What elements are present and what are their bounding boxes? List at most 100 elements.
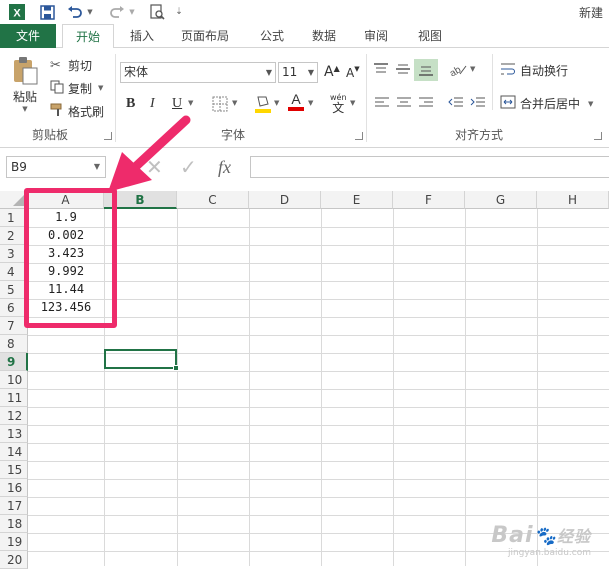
orientation-icon[interactable]: ab <box>448 62 468 76</box>
underline-button[interactable]: U <box>172 96 182 112</box>
align-center-icon[interactable] <box>396 96 412 110</box>
tab-page-layout[interactable]: 页面布局 <box>172 24 238 48</box>
wrap-text-button[interactable]: 自动换行 <box>500 62 568 79</box>
chevron-down-icon: ▼ <box>307 68 314 77</box>
italic-button[interactable]: I <box>150 96 155 112</box>
column-header-h[interactable]: H <box>537 191 609 209</box>
copy-button[interactable]: 复制 ▼ <box>50 79 103 97</box>
orientation-dropdown-icon[interactable]: ▼ <box>470 65 475 73</box>
merge-dropdown-icon: ▼ <box>588 99 594 108</box>
formula-bar-grip[interactable] <box>120 158 124 176</box>
divider <box>366 54 367 142</box>
row-header[interactable]: 14 <box>0 443 28 461</box>
undo-dropdown-icon[interactable]: ▼ <box>86 3 94 21</box>
fill-color-icon[interactable] <box>254 94 272 114</box>
name-box[interactable]: B9 ▼ <box>6 156 106 178</box>
gridline <box>28 425 609 426</box>
merge-center-button[interactable]: 合并后居中 ▼ <box>500 95 593 112</box>
save-icon[interactable] <box>38 3 56 21</box>
align-right-icon[interactable] <box>418 96 434 110</box>
font-launcher-icon[interactable] <box>355 132 363 140</box>
highlight-box <box>24 188 117 328</box>
row-header[interactable]: 19 <box>0 533 28 551</box>
row-header-selected[interactable]: 9 <box>0 353 28 371</box>
customize-qat-icon[interactable]: ⇣ <box>174 3 184 21</box>
ribbon: 粘贴 ▼ ✂ 剪切 复制 ▼ 格式刷 剪贴板 宋体 ▼ 11 ▼ A ▲ A ▼ B… <box>0 48 609 148</box>
formula-input[interactable] <box>250 156 609 178</box>
decrease-indent-icon[interactable] <box>448 96 464 110</box>
row-header[interactable]: 13 <box>0 425 28 443</box>
cancel-icon[interactable]: ✕ <box>146 156 163 178</box>
align-left-icon[interactable] <box>374 96 390 110</box>
row-header[interactable]: 20 <box>0 551 28 569</box>
row-header[interactable]: 18 <box>0 515 28 533</box>
paste-button[interactable]: 粘贴 ▼ <box>8 56 42 120</box>
redo-dropdown-icon[interactable]: ▼ <box>128 3 136 21</box>
row-header[interactable]: 17 <box>0 497 28 515</box>
tab-insert[interactable]: 插入 <box>120 24 164 48</box>
grow-font-icon[interactable]: A ▲ <box>324 64 340 81</box>
active-cell-b9[interactable] <box>104 349 179 371</box>
gridline <box>28 389 609 390</box>
fill-color-dropdown-icon[interactable]: ▼ <box>274 99 279 107</box>
cut-label: 剪切 <box>68 58 93 73</box>
font-name-combo[interactable]: 宋体 ▼ <box>120 62 276 83</box>
tab-formulas[interactable]: 公式 <box>250 24 294 48</box>
insert-function-icon[interactable]: fx <box>218 156 231 178</box>
font-color-swatch <box>288 107 304 111</box>
column-header-c[interactable]: C <box>177 191 249 209</box>
phonetic-guide-icon[interactable]: wén 文 <box>330 93 347 114</box>
tab-data[interactable]: 数据 <box>302 24 346 48</box>
column-header-d[interactable]: D <box>249 191 321 209</box>
gridline <box>28 407 609 408</box>
fill-handle[interactable] <box>173 365 179 371</box>
chevron-down-icon: ▼ <box>93 162 100 171</box>
redo-icon[interactable] <box>108 3 126 21</box>
borders-dropdown-icon[interactable]: ▼ <box>232 99 237 107</box>
font-group-label: 字体 <box>221 128 246 142</box>
row-header[interactable]: 16 <box>0 479 28 497</box>
clipboard-launcher-icon[interactable] <box>104 132 112 140</box>
window-title: 新建 <box>578 6 603 20</box>
gridline <box>28 461 609 462</box>
paste-dropdown-icon: ▼ <box>22 105 28 113</box>
shrink-font-icon[interactable]: A ▼ <box>346 65 360 80</box>
row-header[interactable]: 8 <box>0 335 28 353</box>
tab-view[interactable]: 视图 <box>408 24 452 48</box>
copy-dropdown-icon: ▼ <box>98 84 104 92</box>
format-painter-icon <box>50 103 68 120</box>
tab-file[interactable]: 文件 <box>0 24 56 48</box>
divider <box>115 54 116 142</box>
print-preview-icon[interactable] <box>148 3 166 21</box>
borders-icon[interactable] <box>212 96 228 112</box>
font-color-button[interactable]: A <box>288 92 304 111</box>
phonetic-dropdown-icon[interactable]: ▼ <box>350 99 355 107</box>
undo-icon[interactable] <box>66 3 84 21</box>
column-header-e[interactable]: E <box>321 191 393 209</box>
tab-review[interactable]: 审阅 <box>354 24 398 48</box>
align-bottom-icon[interactable] <box>414 59 438 81</box>
alignment-group-label: 对齐方式 <box>455 128 504 142</box>
alignment-launcher-icon[interactable] <box>594 132 602 140</box>
row-header[interactable]: 12 <box>0 407 28 425</box>
row-header[interactable]: 11 <box>0 389 28 407</box>
svg-text:X: X <box>13 8 21 20</box>
wrap-text-icon <box>500 62 520 79</box>
align-middle-icon[interactable] <box>394 62 412 76</box>
column-header-f[interactable]: F <box>393 191 465 209</box>
enter-check-icon[interactable]: ✓ <box>180 156 197 178</box>
watermark-brand: Bai <box>491 523 534 548</box>
format-painter-button[interactable]: 格式刷 <box>50 102 104 120</box>
row-header[interactable]: 15 <box>0 461 28 479</box>
underline-dropdown-icon[interactable]: ▼ <box>188 99 193 107</box>
increase-indent-icon[interactable] <box>470 96 486 110</box>
tab-home[interactable]: 开始 <box>62 24 114 49</box>
font-size-combo[interactable]: 11 ▼ <box>278 62 318 83</box>
font-color-dropdown-icon[interactable]: ▼ <box>308 99 313 107</box>
align-top-icon[interactable] <box>372 62 390 76</box>
bold-button[interactable]: B <box>126 96 135 112</box>
row-header[interactable]: 10 <box>0 371 28 389</box>
column-header-g[interactable]: G <box>465 191 537 209</box>
cut-button[interactable]: ✂ 剪切 <box>50 56 92 74</box>
format-painter-label: 格式刷 <box>68 104 105 119</box>
